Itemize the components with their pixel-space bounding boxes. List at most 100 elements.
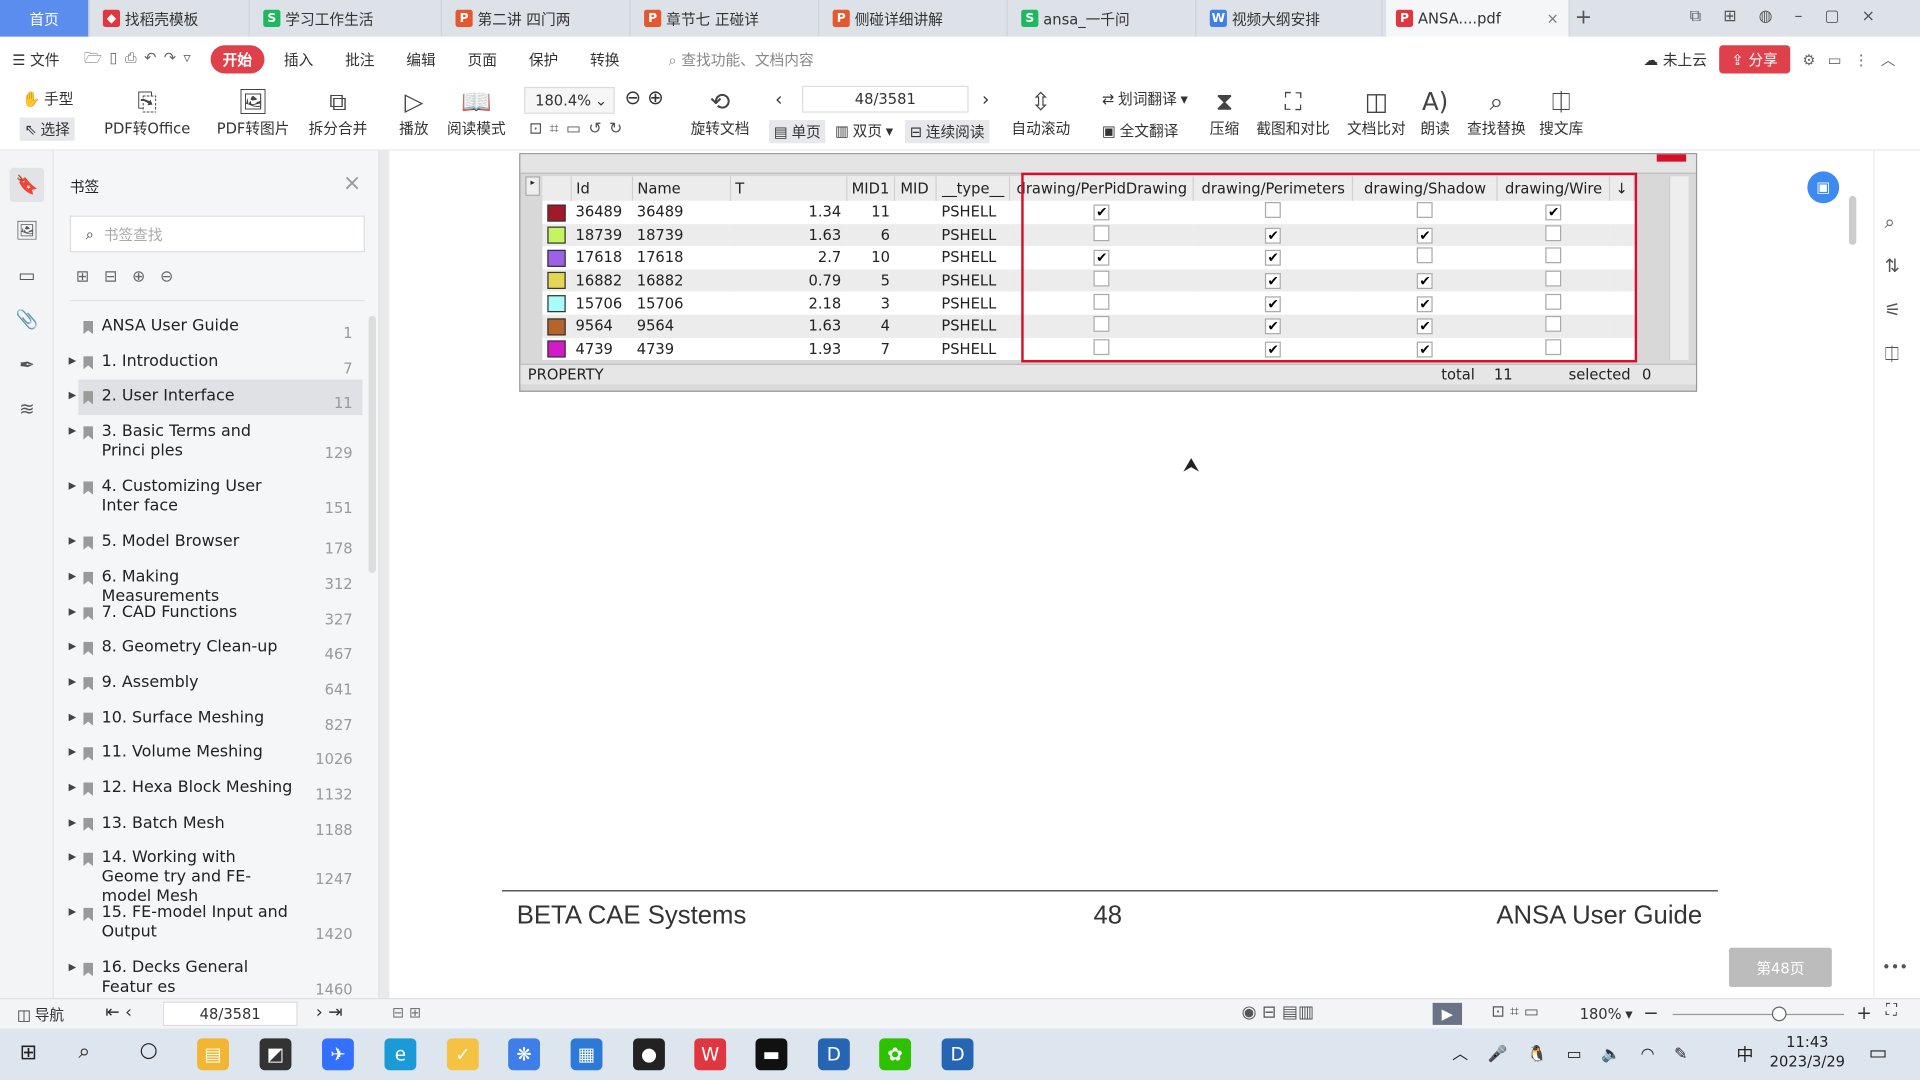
column-header[interactable]: T: [729, 176, 847, 201]
zoom-slider[interactable]: [1672, 1006, 1845, 1022]
menu-1[interactable]: 插入: [272, 45, 326, 73]
search-box[interactable]: ⌕ 查找功能、文档内容: [656, 45, 826, 73]
page-input[interactable]: 48/3581: [802, 85, 969, 113]
more-icon[interactable]: •••: [1882, 959, 1908, 976]
expand-arrow-icon[interactable]: ▶: [69, 816, 77, 827]
bookmark-item[interactable]: ▶ 12. Hexa Block Meshing 1132: [54, 771, 363, 806]
next-page-button[interactable]: ›: [982, 88, 989, 110]
bookmark-item[interactable]: ▶ 11. Volume Meshing 1026: [54, 736, 363, 771]
zoom-select[interactable]: 180.4% ⌄: [524, 86, 615, 114]
fullscreen-icon[interactable]: ⛶: [1886, 1002, 1897, 1020]
rotate-doc-button[interactable]: ⟲ 旋转文档: [691, 86, 750, 139]
signature-icon[interactable]: ✒: [10, 348, 44, 382]
compress-button[interactable]: ⧗ 压缩: [1210, 86, 1239, 139]
bookmark-icon[interactable]: 🔖: [9, 167, 45, 203]
ime-indicator[interactable]: 中: [1736, 1042, 1753, 1066]
tab-2[interactable]: S 学习工作生活: [253, 0, 443, 37]
expand-arrow-icon[interactable]: ▶: [69, 746, 77, 757]
tab-8[interactable]: P ANSA....pdf ×: [1386, 0, 1570, 37]
expand-icon[interactable]: ▸: [525, 176, 541, 196]
bookmark-item[interactable]: ▶ 13. Batch Mesh 1188: [54, 807, 363, 842]
expand-arrow-icon[interactable]: ▶: [69, 641, 77, 652]
read-aloud-button[interactable]: A) 朗读: [1420, 86, 1449, 139]
table-scrollbar[interactable]: [1668, 176, 1689, 361]
view-fit-icons[interactable]: ⊡⌗▭↺↻: [529, 120, 630, 138]
clock-time[interactable]: 11:43: [1771, 1033, 1844, 1050]
column-header[interactable]: MID: [894, 176, 938, 201]
tab-1[interactable]: ◆ 找稻壳模板: [93, 0, 250, 37]
first-prev-buttons[interactable]: ⇤ ‹: [105, 1003, 132, 1023]
fit-icons[interactable]: ⊡ ⌗ ▭: [1491, 1003, 1538, 1021]
notification-icon[interactable]: ▭: [1869, 1041, 1888, 1064]
zoom-buttons[interactable]: ⊖ ⊕: [624, 86, 663, 109]
bookmark-item[interactable]: ANSA User Guide 1: [54, 310, 363, 345]
column-header[interactable]: MID1: [846, 176, 896, 201]
bookmark-item[interactable]: ▶ 15. FE-model Input and Output 1420: [54, 897, 363, 952]
close-tab-icon[interactable]: ×: [1546, 10, 1558, 27]
expand-arrow-icon[interactable]: ▶: [69, 781, 77, 792]
recorder-icon[interactable]: ●: [633, 1038, 665, 1071]
expand-arrow-icon[interactable]: ▶: [69, 425, 77, 436]
menu-5[interactable]: 保护: [517, 45, 571, 73]
pdf-to-image-button[interactable]: 🖼 PDF转图片: [217, 86, 290, 139]
expand-arrow-icon[interactable]: ▶: [69, 851, 77, 862]
scrollbar[interactable]: [368, 315, 376, 574]
bookmark-item[interactable]: ▶ 8. Geometry Clean-up 467: [54, 631, 363, 666]
terminal-icon[interactable]: ▬: [755, 1038, 788, 1071]
prev-page-button[interactable]: ‹: [775, 88, 782, 110]
zoom-in-button[interactable]: +: [1856, 1002, 1871, 1024]
quick-access-icons[interactable]: 🗁▯⎙↶↷▿: [72, 42, 211, 75]
menu-3[interactable]: 编辑: [394, 45, 448, 73]
split-merge-button[interactable]: ⧉ 拆分合并: [309, 86, 368, 139]
read-mode-button[interactable]: 📖 阅读模式: [447, 86, 506, 139]
hand-tool[interactable]: ✋ 手型: [22, 88, 73, 109]
todo-icon[interactable]: ✓: [446, 1038, 479, 1071]
view-mode-icons[interactable]: ◉ ⊟ ▤▥: [1242, 1003, 1315, 1023]
layers-icon[interactable]: ≋: [10, 392, 44, 426]
column-header[interactable]: __type__: [936, 176, 1011, 201]
bookmark-item[interactable]: ▶ 9. Assembly 641: [54, 666, 363, 701]
tab-7[interactable]: W 视频大纲安排: [1200, 0, 1383, 37]
zoom-out-button[interactable]: −: [1643, 1002, 1658, 1024]
menu-0[interactable]: 开始: [210, 44, 265, 73]
attachment-icon[interactable]: 📎: [10, 302, 44, 336]
task-manager-icon[interactable]: ▦: [570, 1038, 603, 1071]
ansa-d-icon[interactable]: D: [817, 1038, 850, 1071]
status-page-input[interactable]: 48/3581: [162, 1001, 298, 1027]
search-icon[interactable]: ⌕: [78, 1040, 90, 1064]
comment-icon[interactable]: ▭: [10, 258, 44, 292]
tab-4[interactable]: P 章节七 正碰详: [634, 0, 820, 37]
bookmark-tool-icons[interactable]: ⊞⊟⊕⊖: [76, 268, 188, 286]
find-replace-button[interactable]: ⌕ 查找替换: [1467, 86, 1526, 139]
menu-6[interactable]: 转换: [578, 45, 632, 73]
expand-arrow-icon[interactable]: ▶: [69, 711, 77, 722]
menu-4[interactable]: 页面: [455, 45, 509, 73]
bookmark-search-input[interactable]: ⌕ 书签查找: [69, 215, 365, 253]
right-tool-icons[interactable]: ⌕ ⇅ ⚟ ⎅: [1884, 200, 1900, 376]
tray-icons[interactable]: ︿🎤🐧▭🔈◠✎: [1452, 1041, 1707, 1064]
tab-3[interactable]: P 第二讲 四门两: [446, 0, 631, 37]
bookmark-item[interactable]: ▶ 7. CAD Functions 327: [54, 596, 363, 631]
menu-2[interactable]: 批注: [333, 45, 387, 73]
full-translate-button[interactable]: ▣ 全文翻译: [1102, 120, 1178, 141]
expand-arrow-icon[interactable]: ▶: [69, 907, 77, 918]
expand-arrow-icon[interactable]: ▶: [69, 962, 77, 973]
cortana-icon[interactable]: ○: [140, 1038, 158, 1062]
expand-arrow-icon[interactable]: ▶: [69, 480, 77, 491]
wps-icon[interactable]: W: [694, 1038, 727, 1071]
bookmark-item[interactable]: ▶ 4. Customizing User Inter face 151: [54, 470, 363, 525]
expand-arrow-icon[interactable]: ▶: [69, 535, 77, 546]
screenshot-compare-button[interactable]: ⛶ 截图和对比: [1256, 86, 1329, 139]
ansa-d2-icon[interactable]: D: [941, 1038, 974, 1071]
start-icon[interactable]: ⊞: [20, 1041, 37, 1065]
column-header[interactable]: Id: [570, 176, 633, 201]
status-zoom-select[interactable]: 180% ▾: [1580, 1005, 1633, 1022]
search-library-button[interactable]: ⎅ 搜文库: [1539, 86, 1583, 139]
window-options-icons[interactable]: ⚙▭⋮︿: [1790, 45, 1920, 73]
auto-scroll-button[interactable]: ⇳ 自动滚动: [1011, 86, 1070, 139]
file-explorer-icon[interactable]: ▤: [197, 1038, 229, 1071]
double-page-button[interactable]: ▥ 双页 ▾: [835, 120, 893, 141]
close-icon[interactable]: ×: [343, 170, 361, 196]
expand-arrow-icon[interactable]: ▶: [69, 390, 77, 401]
bookmark-item[interactable]: ▶ 2. User Interface 11: [69, 380, 363, 416]
